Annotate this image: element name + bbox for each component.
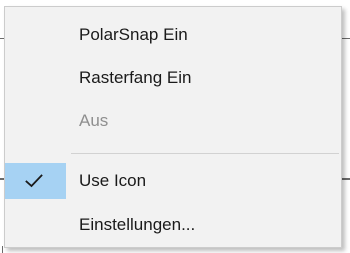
menu-item-label: Use Icon (79, 171, 147, 190)
menu-item-label: Einstellungen... (79, 215, 196, 234)
menu-item-off: Aus (5, 103, 341, 139)
background-tick (2, 246, 3, 253)
menu-item-polarsnap-on[interactable]: PolarSnap Ein (5, 17, 341, 53)
check-icon (25, 174, 43, 188)
menu-item-label: Aus (79, 111, 109, 130)
menu-separator (71, 153, 339, 154)
menu-item-use-icon[interactable]: Use Icon (5, 163, 341, 199)
menu-item-grid-snap-on[interactable]: Rasterfang Ein (5, 60, 341, 96)
menu-item-label: Rasterfang Ein (79, 68, 192, 87)
context-menu: PolarSnap Ein Rasterfang Ein Aus Use Ico… (4, 6, 342, 248)
background-tick (341, 38, 350, 39)
background-tick (341, 178, 350, 180)
menu-item-settings[interactable]: Einstellungen... (5, 207, 341, 243)
checkmark-highlight (5, 163, 66, 199)
menu-item-label: PolarSnap Ein (79, 25, 188, 44)
